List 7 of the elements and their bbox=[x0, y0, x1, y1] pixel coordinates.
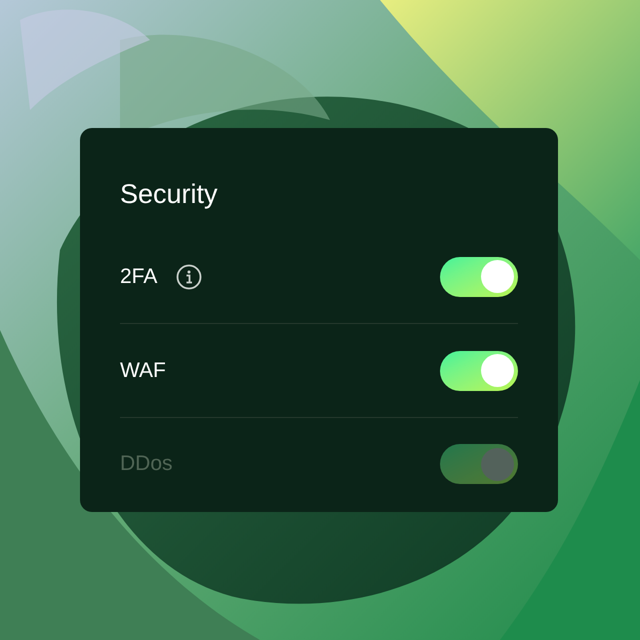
toggle-switch[interactable] bbox=[440, 350, 518, 390]
info-icon[interactable] bbox=[176, 264, 202, 290]
setting-label: 2FA bbox=[120, 264, 158, 290]
toggle-switch[interactable] bbox=[440, 256, 518, 296]
setting-label: WAF bbox=[120, 358, 166, 384]
card-title: Security bbox=[120, 178, 219, 210]
setting-label: DDos bbox=[120, 451, 173, 478]
